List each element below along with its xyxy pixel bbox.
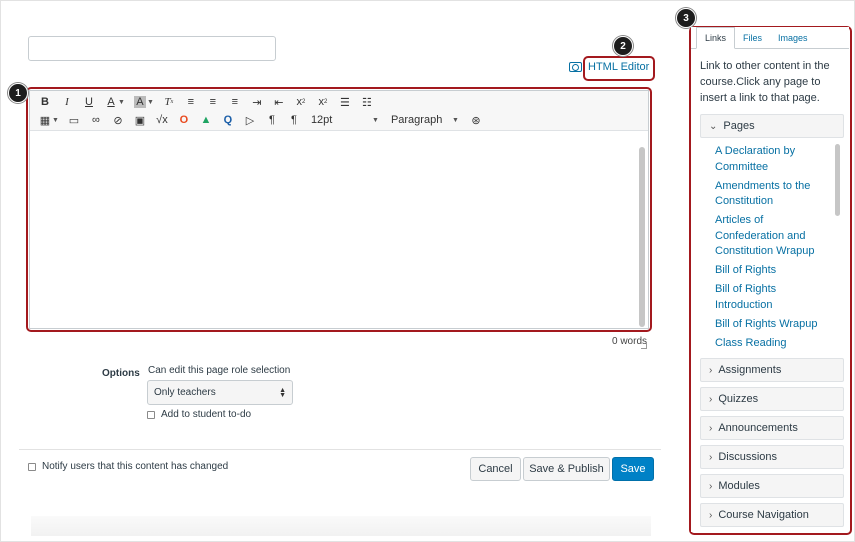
accordion-pages[interactable]: ⌄ Pages — [700, 114, 844, 138]
callout-number: 3 — [676, 8, 696, 28]
camera-icon — [569, 62, 582, 72]
tab-files[interactable]: Files — [735, 27, 770, 48]
footer-divider — [19, 449, 661, 450]
accordion-assignments[interactable]: › Assignments — [700, 358, 844, 382]
cancel-button[interactable]: Cancel — [470, 457, 521, 481]
role-selection-label: Can edit this page role selection — [148, 365, 291, 376]
save-publish-button[interactable]: Save & Publish — [523, 457, 610, 481]
chevron-right-icon: › — [709, 451, 713, 463]
page-link[interactable]: Bill of Rights — [715, 263, 825, 279]
page-title-input[interactable] — [28, 36, 276, 61]
tab-images[interactable]: Images — [770, 27, 816, 48]
notify-checkbox[interactable] — [28, 462, 36, 471]
chevron-right-icon: › — [709, 364, 713, 376]
accordion-modules[interactable]: › Modules — [700, 474, 844, 498]
chevron-right-icon: › — [709, 393, 713, 405]
accordion-discussions[interactable]: › Discussions — [700, 445, 844, 469]
page-link[interactable]: A Declaration by Committee — [715, 144, 825, 175]
options-label: Options — [102, 368, 140, 379]
role-select[interactable]: Only teachers ▲ ▼ — [147, 380, 293, 405]
tab-links[interactable]: Links — [696, 27, 736, 49]
notify-option[interactable]: Notify users that this content has chang… — [28, 461, 228, 472]
sidebar-tabs: Links Files Images — [691, 27, 849, 49]
page-link[interactable]: Bill of Rights Introduction — [715, 282, 825, 313]
pages-scrollbar[interactable] — [835, 144, 840, 216]
callout-number: 1 — [8, 83, 28, 103]
save-button[interactable]: Save — [612, 457, 654, 481]
page-link[interactable]: Bill of Rights Wrapup — [715, 317, 825, 333]
callout-box-editor — [26, 87, 652, 332]
sidebar-intro: Link to other content in the course.Clic… — [700, 60, 830, 104]
accordion-course-navigation[interactable]: › Course Navigation — [700, 503, 844, 527]
page-editor: HTML Editor B I U A ▼ A ▼ Tx ≡ ≡ ≡ ⇥ ⇤ x2 … — [0, 0, 855, 542]
resize-handle[interactable] — [641, 343, 647, 349]
todo-checkbox[interactable] — [147, 410, 155, 419]
accordion-quizzes[interactable]: › Quizzes — [700, 387, 844, 411]
page-link[interactable]: Class Reading — [715, 336, 825, 352]
callout-box-html-editor — [583, 56, 655, 81]
pages-list: A Declaration by Committee Amendments to… — [715, 144, 825, 355]
accordion-announcements[interactable]: › Announcements — [700, 416, 844, 440]
bottom-shadow — [31, 516, 651, 536]
chevron-right-icon: › — [709, 480, 713, 492]
callout-number: 2 — [613, 36, 633, 56]
chevron-right-icon: › — [709, 509, 713, 521]
student-todo-option[interactable]: Add to student to-do — [147, 409, 251, 420]
chevron-right-icon: › — [709, 422, 713, 434]
page-link[interactable]: Amendments to the Constitution — [715, 179, 825, 210]
chevron-down-icon: ⌄ — [709, 120, 718, 132]
select-arrows-icon: ▲ ▼ — [279, 386, 286, 399]
page-link[interactable]: Articles of Confederation and Constituti… — [715, 213, 825, 260]
content-selector-sidebar: Links Files Images Link to other content… — [691, 27, 849, 532]
